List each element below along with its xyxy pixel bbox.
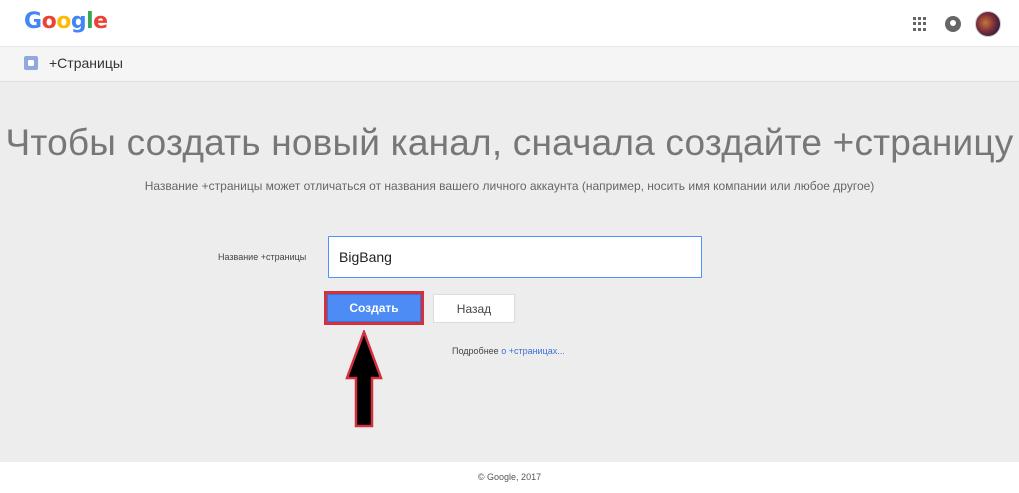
- pages-icon: [24, 56, 38, 70]
- apps-grid-icon[interactable]: [913, 17, 927, 31]
- logo-letter: o: [56, 9, 71, 34]
- create-button[interactable]: Создать: [324, 291, 424, 325]
- learn-more-prefix: Подробнее: [452, 346, 502, 356]
- page-title: Чтобы создать новый канал, сначала созда…: [5, 122, 1014, 163]
- top-right-icons: [913, 11, 1001, 37]
- pages-subbar: +Страницы: [0, 46, 1019, 82]
- logo-letter: l: [86, 9, 94, 34]
- logo-letter: g: [70, 9, 87, 34]
- create-button-label: Создать: [349, 301, 399, 315]
- learn-more: Подробнее о +страницах...: [452, 346, 565, 356]
- logo-letter: o: [41, 9, 57, 34]
- back-button[interactable]: Назад: [433, 294, 515, 323]
- avatar[interactable]: [975, 11, 1001, 37]
- notifications-icon[interactable]: [945, 16, 961, 32]
- page-subtitle: Название +страницы может отличаться от н…: [144, 179, 875, 193]
- back-button-label: Назад: [456, 301, 492, 316]
- logo-letter: G: [24, 9, 42, 34]
- top-bar: Google: [0, 0, 1019, 46]
- subbar-title[interactable]: +Страницы: [49, 55, 123, 71]
- footer-copyright: © Google, 2017: [477, 472, 542, 482]
- up-arrow-annotation-icon: [345, 330, 383, 428]
- page-name-input[interactable]: [328, 236, 702, 278]
- google-logo[interactable]: Google: [24, 9, 108, 34]
- logo-letter: e: [93, 9, 108, 34]
- learn-more-link[interactable]: о +страницах...: [501, 346, 565, 356]
- page-name-label: Название +страницы: [218, 252, 307, 262]
